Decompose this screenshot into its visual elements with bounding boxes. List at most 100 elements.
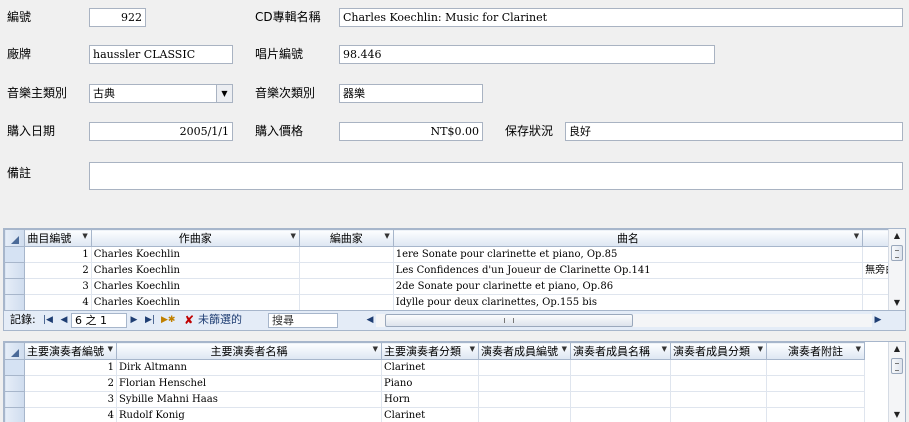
cell-title[interactable]: Idylle pour deux clarinettes, Op.155 bis xyxy=(392,294,864,311)
cell-performer-no[interactable]: 1 xyxy=(24,359,117,376)
table-row[interactable]: 3 Sybille Mahni Haas Horn xyxy=(4,391,865,408)
row-selector[interactable] xyxy=(4,294,26,311)
cell-track-no[interactable]: 3 xyxy=(24,278,92,295)
select-all-corner[interactable] xyxy=(4,342,25,360)
cell-member-category[interactable] xyxy=(670,359,767,376)
cell-arranger[interactable] xyxy=(298,246,394,263)
hscroll-thumb[interactable] xyxy=(385,314,633,327)
cell-composer[interactable]: Charles Koechlin xyxy=(90,294,300,311)
col-member-no[interactable]: 演奏者成員編號 ▼ xyxy=(478,342,571,360)
row-selector[interactable] xyxy=(4,262,26,279)
cell-title[interactable]: 1ere Sonate pour clarinette et piano, Op… xyxy=(392,246,864,263)
col-composer[interactable]: 作曲家 ▼ xyxy=(90,229,300,247)
cell-performer-name[interactable]: Dirk Altmann xyxy=(116,359,382,376)
cell-composer[interactable]: Charles Koechlin xyxy=(90,278,300,295)
last-record-icon[interactable]: ▶| xyxy=(144,311,156,329)
cell-member-category[interactable] xyxy=(670,407,767,422)
scroll-up-icon[interactable]: ▲ xyxy=(889,342,905,356)
row-selector[interactable] xyxy=(4,407,25,422)
table-row[interactable]: 1 Dirk Altmann Clarinet xyxy=(4,359,865,376)
row-selector[interactable] xyxy=(4,246,26,263)
select-all-corner[interactable] xyxy=(4,229,26,247)
tracks-vertical-scrollbar[interactable]: ▲ ▼ xyxy=(888,229,905,310)
catalog-field[interactable]: 98.446 xyxy=(339,45,715,64)
filter-off-icon[interactable]: ✘ xyxy=(184,311,194,329)
record-position-field[interactable]: 6 之 1 xyxy=(71,313,127,328)
cell-member-no[interactable] xyxy=(478,407,571,422)
notes-field[interactable] xyxy=(89,162,903,190)
cell-performer-name[interactable]: Florian Henschel xyxy=(116,375,382,392)
cell-member-no[interactable] xyxy=(478,391,571,408)
table-row[interactable]: 2 Florian Henschel Piano xyxy=(4,375,865,392)
cell-performer-category[interactable]: Horn xyxy=(381,391,479,408)
cell-member-no[interactable] xyxy=(478,375,571,392)
row-selector[interactable] xyxy=(4,278,26,295)
unfiltered-label[interactable]: 未篩選的 xyxy=(198,311,242,329)
cell-performer-category[interactable]: Clarinet xyxy=(381,359,479,376)
prev-record-icon[interactable]: ◀ xyxy=(58,311,70,329)
cell-performer-no[interactable]: 2 xyxy=(24,375,117,392)
row-selector[interactable] xyxy=(4,391,25,408)
scroll-down-icon[interactable]: ▼ xyxy=(889,296,905,310)
cell-member-name[interactable] xyxy=(570,407,671,422)
col-track-no[interactable]: 曲目編號 ▼ xyxy=(24,229,92,247)
chevron-down-icon[interactable]: ▼ xyxy=(216,85,232,102)
table-row[interactable]: 4 Rudolf Konig Clarinet xyxy=(4,407,865,422)
cell-arranger[interactable] xyxy=(298,294,394,311)
search-input[interactable]: 搜尋 xyxy=(268,313,338,328)
table-row[interactable]: 2 Charles Koechlin Les Confidences d'un … xyxy=(4,262,904,279)
col-performer-notes[interactable]: 演奏者附註 ▼ xyxy=(766,342,865,360)
scroll-thumb[interactable] xyxy=(891,245,903,261)
col-member-category[interactable]: 演奏者成員分類 ▼ xyxy=(670,342,767,360)
cell-performer-category[interactable]: Piano xyxy=(381,375,479,392)
scroll-thumb[interactable] xyxy=(891,358,903,374)
tracks-horizontal-scrollbar[interactable] xyxy=(376,314,872,327)
price-field[interactable]: NT$0.00 xyxy=(339,122,483,141)
col-arranger[interactable]: 編曲家 ▼ xyxy=(298,229,394,247)
cell-member-no[interactable] xyxy=(478,359,571,376)
col-member-name[interactable]: 演奏者成員名稱 ▼ xyxy=(570,342,671,360)
cell-performer-notes[interactable] xyxy=(766,407,865,422)
date-field[interactable]: 2005/1/1 xyxy=(89,122,233,141)
cell-member-category[interactable] xyxy=(670,391,767,408)
condition-field[interactable]: 良好 xyxy=(565,122,903,141)
col-performer-category[interactable]: 主要演奏者分類 ▼ xyxy=(381,342,479,360)
cell-composer[interactable]: Charles Koechlin xyxy=(90,262,300,279)
cell-performer-no[interactable]: 4 xyxy=(24,407,117,422)
cell-performer-name[interactable]: Sybille Mahni Haas xyxy=(116,391,382,408)
cell-title[interactable]: 2de Sonate pour clarinette et piano, Op.… xyxy=(392,278,864,295)
cell-performer-notes[interactable] xyxy=(766,359,865,376)
table-row[interactable]: 3 Charles Koechlin 2de Sonate pour clari… xyxy=(4,278,904,295)
cell-member-name[interactable] xyxy=(570,359,671,376)
scroll-left-icon[interactable]: ◀ xyxy=(364,311,376,329)
scroll-down-icon[interactable]: ▼ xyxy=(889,408,905,422)
cell-performer-notes[interactable] xyxy=(766,375,865,392)
subgenre-field[interactable]: 器樂 xyxy=(339,84,483,103)
first-record-icon[interactable]: |◀ xyxy=(42,311,54,329)
table-row[interactable]: 4 Charles Koechlin Idylle pour deux clar… xyxy=(4,294,904,311)
col-performer-name[interactable]: 主要演奏者名稱 ▼ xyxy=(116,342,382,360)
cell-track-no[interactable]: 4 xyxy=(24,294,92,311)
table-row[interactable]: 1 Charles Koechlin 1ere Sonate pour clar… xyxy=(4,246,904,263)
cell-member-category[interactable] xyxy=(670,375,767,392)
row-selector[interactable] xyxy=(4,375,25,392)
row-selector[interactable] xyxy=(4,359,25,376)
scroll-up-icon[interactable]: ▲ xyxy=(889,229,905,243)
genre-combo[interactable]: 古典 ▼ xyxy=(89,84,233,103)
cell-title[interactable]: Les Confidences d'un Joueur de Clarinett… xyxy=(392,262,864,279)
col-performer-no[interactable]: 主要演奏者編號 ▼ xyxy=(24,342,117,360)
cell-member-name[interactable] xyxy=(570,391,671,408)
cell-arranger[interactable] xyxy=(298,262,394,279)
performers-vertical-scrollbar[interactable]: ▲ ▼ xyxy=(888,342,905,422)
cell-arranger[interactable] xyxy=(298,278,394,295)
cell-track-no[interactable]: 1 xyxy=(24,246,92,263)
col-title[interactable]: 曲名 ▼ xyxy=(392,229,864,247)
cell-performer-category[interactable]: Clarinet xyxy=(381,407,479,422)
cell-track-no[interactable]: 2 xyxy=(24,262,92,279)
new-record-icon[interactable]: ▶✱ xyxy=(161,311,175,329)
album-field[interactable]: Charles Koechlin: Music for Clarinet xyxy=(339,8,903,27)
label-field[interactable]: haussler CLASSIC xyxy=(89,45,233,64)
next-record-icon[interactable]: ▶ xyxy=(128,311,140,329)
cell-performer-name[interactable]: Rudolf Konig xyxy=(116,407,382,422)
scroll-right-icon[interactable]: ▶ xyxy=(872,311,884,329)
